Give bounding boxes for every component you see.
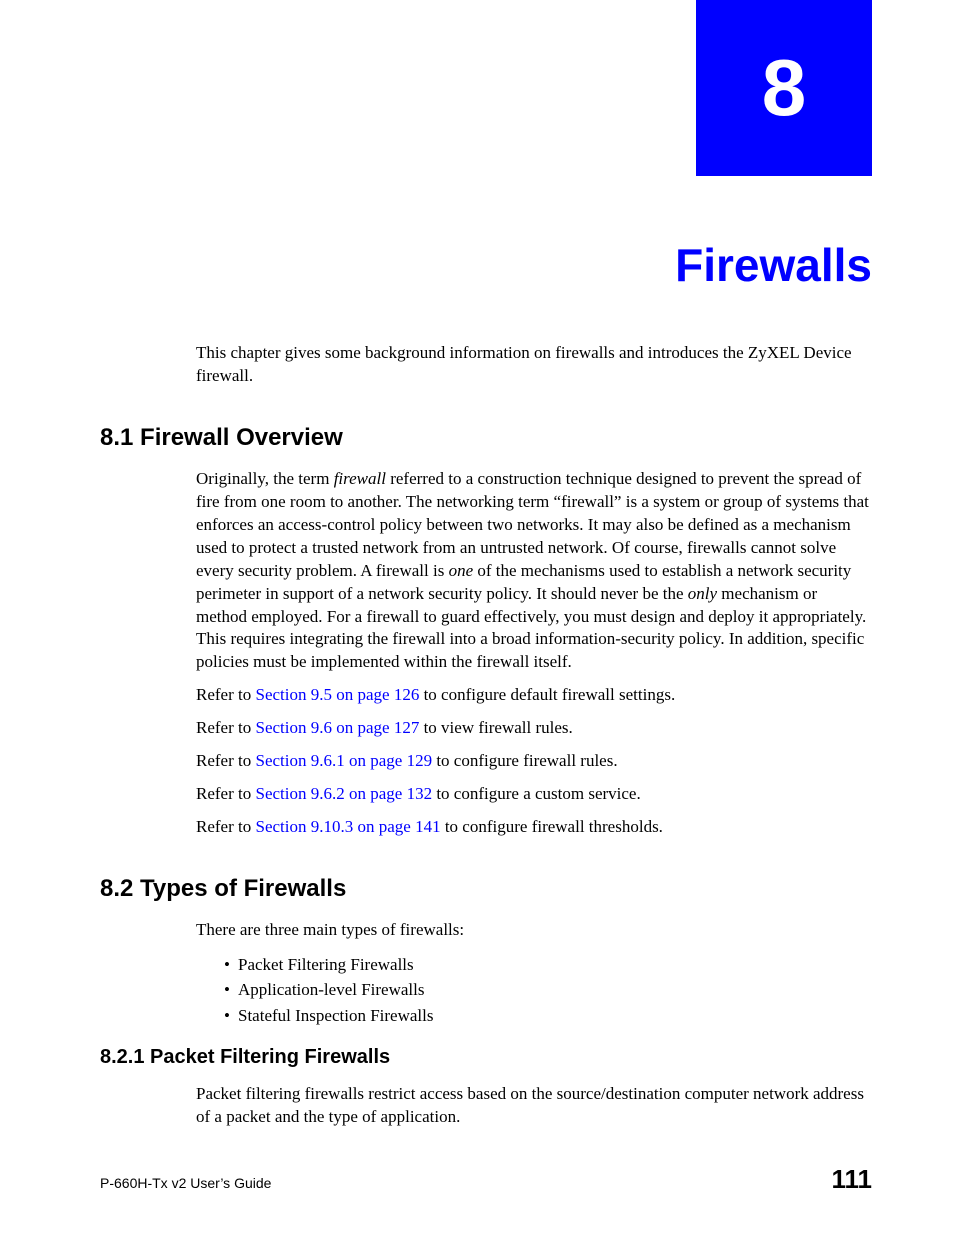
ref-post: to view firewall rules.: [419, 718, 572, 737]
list-item: Stateful Inspection Firewalls: [224, 1003, 872, 1029]
ref-pre: Refer to: [196, 685, 255, 704]
reference-line: Refer to Section 9.6.1 on page 129 to co…: [196, 750, 872, 773]
reference-link[interactable]: Section 9.6.1 on page 129: [255, 751, 432, 770]
section-heading-8-2: 8.2 Types of Firewalls: [100, 875, 872, 903]
footer-guide-name: P-660H-Tx v2 User’s Guide: [100, 1175, 271, 1191]
section-heading-8-1: 8.1 Firewall Overview: [100, 424, 872, 452]
ref-post: to configure a custom service.: [432, 784, 641, 803]
subsection-heading-8-2-1: 8.2.1 Packet Filtering Firewalls: [100, 1046, 872, 1069]
italic-only: only: [688, 584, 717, 603]
section-8-2-1-para: Packet filtering firewalls restrict acce…: [196, 1083, 872, 1129]
italic-one: one: [449, 561, 474, 580]
reference-line: Refer to Section 9.6.2 on page 132 to co…: [196, 783, 872, 806]
ref-post: to configure firewall thresholds.: [441, 817, 663, 836]
ref-pre: Refer to: [196, 751, 255, 770]
reference-line: Refer to Section 9.6 on page 127 to view…: [196, 717, 872, 740]
footer-page-number: 111: [831, 1164, 872, 1195]
section-8-1-para: Originally, the term firewall referred t…: [196, 468, 872, 674]
reference-link[interactable]: Section 9.10.3 on page 141: [255, 817, 440, 836]
chapter-intro: This chapter gives some background infor…: [196, 342, 872, 388]
text-part: Originally, the term: [196, 469, 334, 488]
section-8-2-intro: There are three main types of firewalls:: [196, 919, 872, 942]
chapter-number: 8: [762, 42, 807, 134]
ref-pre: Refer to: [196, 817, 255, 836]
reference-link[interactable]: Section 9.6.2 on page 132: [255, 784, 432, 803]
ref-post: to configure default firewall settings.: [419, 685, 675, 704]
list-item: Packet Filtering Firewalls: [224, 952, 872, 978]
chapter-number-box: 8: [696, 0, 872, 176]
italic-firewall: firewall: [334, 469, 386, 488]
reference-line: Refer to Section 9.5 on page 126 to conf…: [196, 684, 872, 707]
list-item: Application-level Firewalls: [224, 977, 872, 1003]
ref-post: to configure firewall rules.: [432, 751, 618, 770]
firewall-types-list: Packet Filtering Firewalls Application-l…: [224, 952, 872, 1029]
ref-pre: Refer to: [196, 718, 255, 737]
reference-link[interactable]: Section 9.5 on page 126: [255, 685, 419, 704]
reference-line: Refer to Section 9.10.3 on page 141 to c…: [196, 816, 872, 839]
reference-link[interactable]: Section 9.6 on page 127: [255, 718, 419, 737]
chapter-title: Firewalls: [675, 238, 872, 292]
ref-pre: Refer to: [196, 784, 255, 803]
page-footer: P-660H-Tx v2 User’s Guide 111: [100, 1164, 872, 1195]
page-content: This chapter gives some background infor…: [100, 342, 872, 1139]
